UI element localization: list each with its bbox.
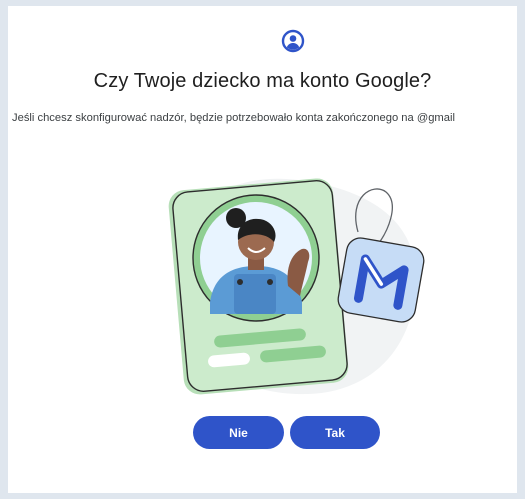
yes-button[interactable]: Tak	[290, 416, 380, 449]
dialog-subtitle: Jeśli chcesz skonfigurować nadzór, będzi…	[12, 112, 455, 124]
account-circle-icon	[281, 29, 305, 53]
no-button[interactable]: Nie	[193, 416, 284, 449]
dialog-title: Czy Twoje dziecko ma konto Google?	[93, 70, 432, 92]
child-account-illustration	[168, 178, 425, 395]
dialog-panel: Czy Twoje dziecko ma konto Google? Jeśli…	[8, 6, 517, 493]
